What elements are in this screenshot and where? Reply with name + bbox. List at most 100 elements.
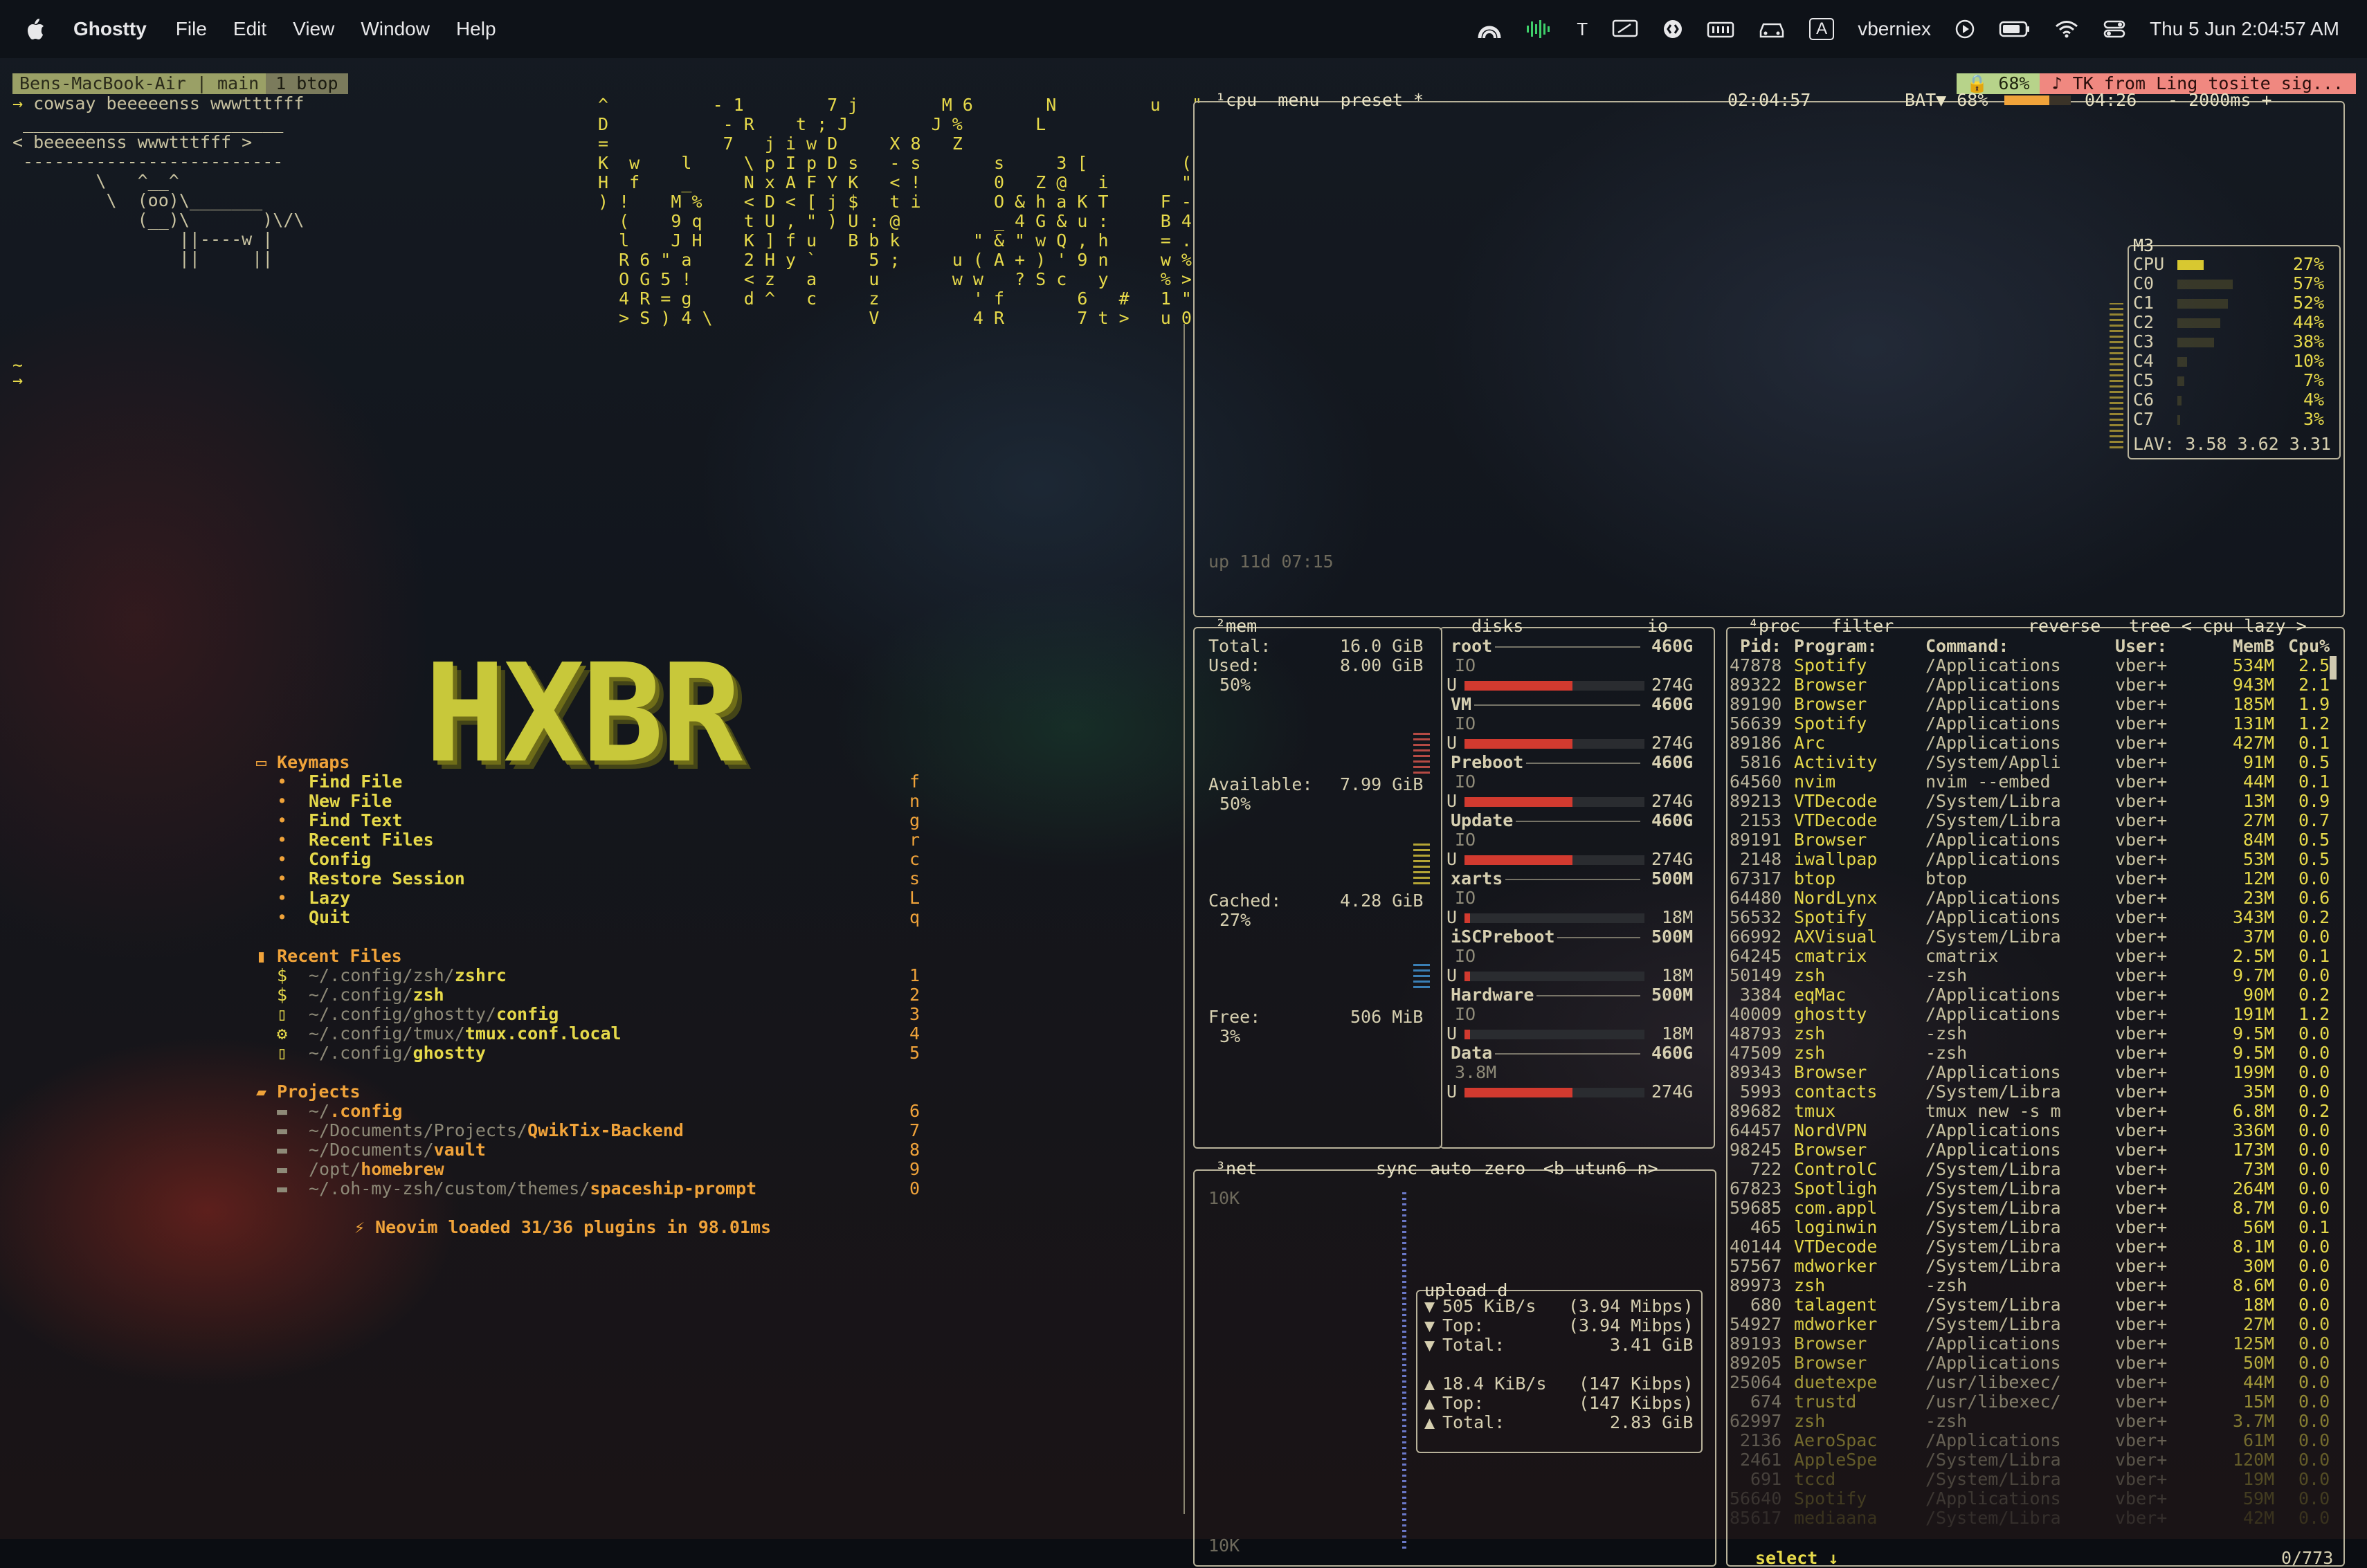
disks-box[interactable]: disks io root 460G IO U 274G VM 460G IO U 274G Pre…: [1440, 616, 1715, 1149]
project-entry[interactable]: /opt/homebrew: [309, 1160, 444, 1179]
proc-row[interactable]: 2461 AppleSpe/System/Libra vber+ 120M 0.0: [1727, 1450, 2337, 1470]
ghostty-terminal-window[interactable]: Bens-MacBook-Air | main 1 btop 🔒 68% ♪ T…: [12, 66, 2356, 1568]
proc-row[interactable]: 57567 mdworker/System/Libra vber+ 30M 0.0: [1727, 1257, 2337, 1276]
keymap-label[interactable]: New File: [309, 792, 392, 811]
proc-row[interactable]: 89322 Browser/Applications vber+ 943M 2.1: [1727, 675, 2337, 695]
proc-row[interactable]: 89973 zsh -zsh vber+ 8.6M 0.0: [1727, 1276, 2337, 1295]
net-box-title[interactable]: ³net: [1215, 1158, 1257, 1178]
proc-row[interactable]: 85617 mediaana/System/Libra vber+ 42M 0.0: [1727, 1508, 2337, 1528]
keymap-label[interactable]: Config: [309, 850, 371, 869]
mem-box[interactable]: ²mem Total: 16.0 GiB Used: 8.00 GiB 50% Avail…: [1193, 616, 1442, 1149]
wifi-icon[interactable]: [2054, 19, 2079, 39]
proc-row[interactable]: 59685 com.appl/System/Libra vber+ 8.7M 0.0: [1727, 1198, 2337, 1218]
keymap-label[interactable]: Quit: [309, 908, 350, 927]
recent-file-entry[interactable]: ~/.config/zsh/zshrc: [309, 966, 507, 985]
proc-row[interactable]: 89343 Browser/Applications vber+ 199M 0.0: [1727, 1063, 2337, 1082]
proc-row[interactable]: 56639 Spotify/Applications vber+ 131M 1.2: [1727, 714, 2337, 733]
menu-edit[interactable]: Edit: [233, 18, 266, 40]
proc-row[interactable]: 62997 zsh -zsh vber+ 3.7M 0.0: [1727, 1412, 2337, 1431]
proc-row[interactable]: 47878 Spotify/Applications vber+ 534M 2.5: [1727, 656, 2337, 675]
net-zero[interactable]: zero: [1484, 1158, 1525, 1178]
cpu-box[interactable]: ¹cpu menu preset * 02:04:57 BAT▼ 68% 04:…: [1193, 90, 2345, 617]
proc-row[interactable]: 2153 VTDecode/System/Libra vber+ 27M 0.7: [1727, 811, 2337, 830]
project-entry[interactable]: ~/Documents/vault: [309, 1140, 486, 1160]
cpu-box-header[interactable]: ¹cpu menu preset *: [1215, 90, 1424, 110]
proc-row[interactable]: 48793 zsh -zsh vber+ 9.5M 0.0: [1727, 1024, 2337, 1043]
proc-row[interactable]: 66992 AXVisual/System/Libra vber+ 37M 0.0: [1727, 927, 2337, 947]
proc-row[interactable]: 89190 Browser/Applications vber+ 185M 1.9: [1727, 695, 2337, 714]
proc-row[interactable]: 64480 NordLynx/Applications vber+ 23M 0.6: [1727, 888, 2337, 908]
proc-row[interactable]: 465 loginwin/System/Libra vber+ 56M 0.1: [1727, 1218, 2337, 1237]
apple-icon[interactable]: [25, 17, 60, 41]
keymap-label[interactable]: Restore Session: [309, 869, 465, 888]
keymap-label[interactable]: Recent Files: [309, 830, 434, 850]
tmux-window-tab[interactable]: 1 btop: [266, 73, 348, 94]
recent-file-entry[interactable]: ~/.config/zsh: [309, 985, 444, 1005]
proc-row[interactable]: 54927 mdworker/System/Libra vber+ 27M 0.0: [1727, 1315, 2337, 1334]
proc-row[interactable]: 40144 VTDecode/System/Libra vber+ 8.1M 0.0: [1727, 1237, 2337, 1257]
proc-row[interactable]: 5816 Activity/System/Appli vber+ 91M 0.5: [1727, 753, 2337, 772]
disks-box-title[interactable]: disks: [1471, 616, 1523, 636]
proc-row[interactable]: 89682 tmux tmux new -s m vber+ 6.8M 0.2: [1727, 1102, 2337, 1121]
proc-row[interactable]: 67317 btop btop vber+ 12M 0.0: [1727, 869, 2337, 888]
proc-row[interactable]: 89193 Browser/Applications vber+ 125M 0.0: [1727, 1334, 2337, 1353]
pane-divider[interactable]: [1184, 324, 1185, 1514]
proc-box-title[interactable]: ⁴proc: [1748, 616, 1800, 636]
recent-file-entry[interactable]: ~/.config/ghostty/config: [309, 1005, 559, 1024]
proc-row[interactable]: 5993 contacts/System/Libra vber+ 35M 0.0: [1727, 1082, 2337, 1102]
net-sync[interactable]: sync: [1376, 1158, 1417, 1178]
proc-row[interactable]: 89191 Browser/Applications vber+ 84M 0.5: [1727, 830, 2337, 850]
menu-file[interactable]: File: [176, 18, 207, 40]
proc-row[interactable]: 89205 Browser/Applications vber+ 50M 0.0: [1727, 1353, 2337, 1373]
project-entry[interactable]: ~/.oh-my-zsh/custom/themes/spaceship-pro…: [309, 1179, 756, 1198]
update-interval[interactable]: - 2000ms +: [2168, 90, 2272, 110]
io-toggle[interactable]: io: [1647, 616, 1668, 636]
app-name[interactable]: Ghostty: [73, 18, 147, 40]
proc-row[interactable]: 691 tccd/System/Libra vber+ 19M 0.0: [1727, 1470, 2337, 1489]
shazam-icon[interactable]: [1662, 19, 1683, 39]
proc-row[interactable]: 56640 Spotify/Applications vber+ 59M 0.0: [1727, 1489, 2337, 1508]
proc-row[interactable]: 64560 nvim nvim --embed vber+ 44M 0.1: [1727, 772, 2337, 792]
keymap-label[interactable]: Find File: [309, 772, 402, 792]
keymap-label[interactable]: Lazy: [309, 888, 350, 908]
battery-icon[interactable]: [1999, 20, 2031, 38]
proc-row[interactable]: 89213 VTDecode/System/Libra vber+ 13M 0.9: [1727, 792, 2337, 811]
user-name[interactable]: vberniex: [1858, 18, 1931, 40]
proc-row[interactable]: 25064 duetexpe/usr/libexec/vber+ 44M 0.0: [1727, 1373, 2337, 1392]
screen-icon[interactable]: [1611, 19, 1639, 39]
proc-header-row[interactable]: Pid: Program: Command: User: MemB Cpu%: [1727, 637, 2337, 656]
control-center-icon[interactable]: [2103, 19, 2126, 39]
car-icon[interactable]: [1758, 19, 1786, 39]
net-auto[interactable]: auto: [1430, 1158, 1471, 1178]
proc-row[interactable]: 64457 NordVPN/Applications vber+ 336M 0.0: [1727, 1121, 2337, 1140]
menu-window[interactable]: Window: [361, 18, 430, 40]
proc-row[interactable]: 680 talagent/System/Libra vber+ 18M 0.0: [1727, 1295, 2337, 1315]
proc-row[interactable]: 3384 eqMac/Applications vber+ 90M 0.2: [1727, 985, 2337, 1005]
tmux-session[interactable]: Bens-MacBook-Air | main: [12, 73, 266, 94]
proc-row[interactable]: 67823 Spotligh/System/Libra vber+ 264M 0.0: [1727, 1179, 2337, 1198]
proc-row[interactable]: 2136 AeroSpac/Applications vber+ 61M 0.0: [1727, 1431, 2337, 1450]
proc-tree[interactable]: tree: [2129, 616, 2170, 636]
net-box[interactable]: ³net sync auto zero <b utun6 n> 10K 10K …: [1193, 1158, 1716, 1567]
menu-help[interactable]: Help: [456, 18, 496, 40]
t-icon[interactable]: T: [1577, 19, 1588, 40]
proc-row[interactable]: 47509 zsh -zsh vber+ 9.5M 0.0: [1727, 1043, 2337, 1063]
proc-row[interactable]: 2148 iwallpap/Applications vber+ 53M 0.5: [1727, 850, 2337, 869]
proc-row[interactable]: 722 ControlC/System/Libra vber+ 73M 0.0: [1727, 1160, 2337, 1179]
proc-row[interactable]: 674 trustd/usr/libexec/vber+ 15M 0.0: [1727, 1392, 2337, 1412]
proc-row[interactable]: 98245 Browser/Applications vber+ 173M 0.0: [1727, 1140, 2337, 1160]
waveform-icon[interactable]: [1525, 19, 1553, 39]
arc-icon[interactable]: [1477, 19, 1502, 39]
proc-row[interactable]: 56532 Spotify/Applications vber+ 343M 0.2: [1727, 908, 2337, 927]
proc-row[interactable]: 40009 ghostty/Applications vber+ 191M 1.2: [1727, 1005, 2337, 1024]
recent-file-entry[interactable]: ~/.config/tmux/tmux.conf.local: [309, 1024, 622, 1043]
proc-row[interactable]: 89186 Arc/Applications vber+ 427M 0.1: [1727, 733, 2337, 753]
play-icon[interactable]: [1955, 19, 1975, 39]
mem-box-title[interactable]: ²mem: [1215, 616, 1257, 636]
input-source-icon[interactable]: A: [1809, 18, 1835, 40]
proc-box[interactable]: ⁴proc filter reverse tree < cpu lazy > P…: [1726, 616, 2345, 1568]
proc-scrollbar[interactable]: [2330, 642, 2337, 1542]
clock[interactable]: Thu 5 Jun 2:04:57 AM: [2150, 18, 2339, 40]
keymap-label[interactable]: Find Text: [309, 811, 402, 830]
proc-row[interactable]: 64245 cmatrix cmatrix vber+ 2.5M 0.1: [1727, 947, 2337, 966]
